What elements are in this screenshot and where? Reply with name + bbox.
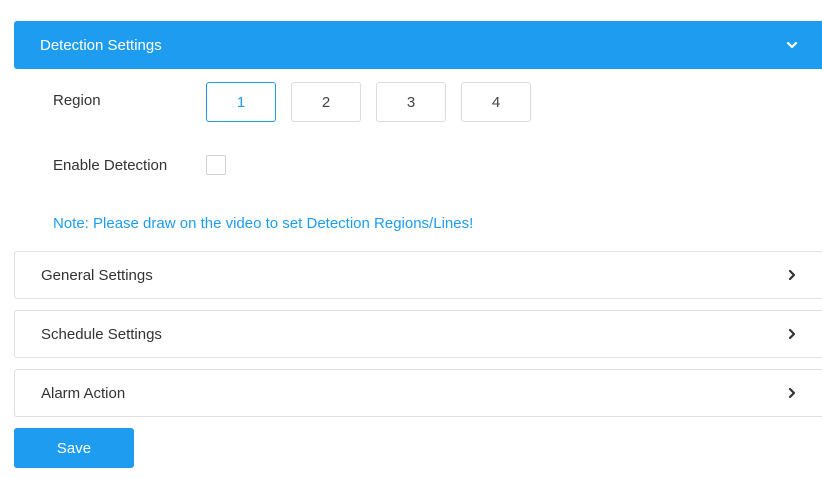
- detection-note: Note: Please draw on the video to set De…: [53, 215, 474, 232]
- alarm-action-header[interactable]: Alarm Action: [14, 369, 822, 417]
- alarm-action-title: Alarm Action: [41, 384, 126, 402]
- region-label: Region: [53, 92, 101, 109]
- chevron-right-icon[interactable]: [784, 267, 800, 283]
- detection-settings-header[interactable]: Detection Settings: [14, 21, 822, 69]
- general-settings-title: General Settings: [41, 266, 153, 284]
- chevron-right-icon[interactable]: [784, 326, 800, 342]
- detection-settings-title: Detection Settings: [40, 36, 162, 54]
- region-button-2[interactable]: 2: [291, 82, 361, 122]
- schedule-settings-title: Schedule Settings: [41, 325, 162, 343]
- schedule-settings-header[interactable]: Schedule Settings: [14, 310, 822, 358]
- region-button-4[interactable]: 4: [461, 82, 531, 122]
- chevron-right-icon[interactable]: [784, 385, 800, 401]
- chevron-down-icon[interactable]: [784, 37, 800, 53]
- enable-detection-checkbox[interactable]: [206, 155, 226, 175]
- region-button-3[interactable]: 3: [376, 82, 446, 122]
- save-button[interactable]: Save: [14, 428, 134, 468]
- general-settings-header[interactable]: General Settings: [14, 251, 822, 299]
- region-button-1[interactable]: 1: [206, 82, 276, 122]
- enable-detection-label: Enable Detection: [53, 157, 168, 174]
